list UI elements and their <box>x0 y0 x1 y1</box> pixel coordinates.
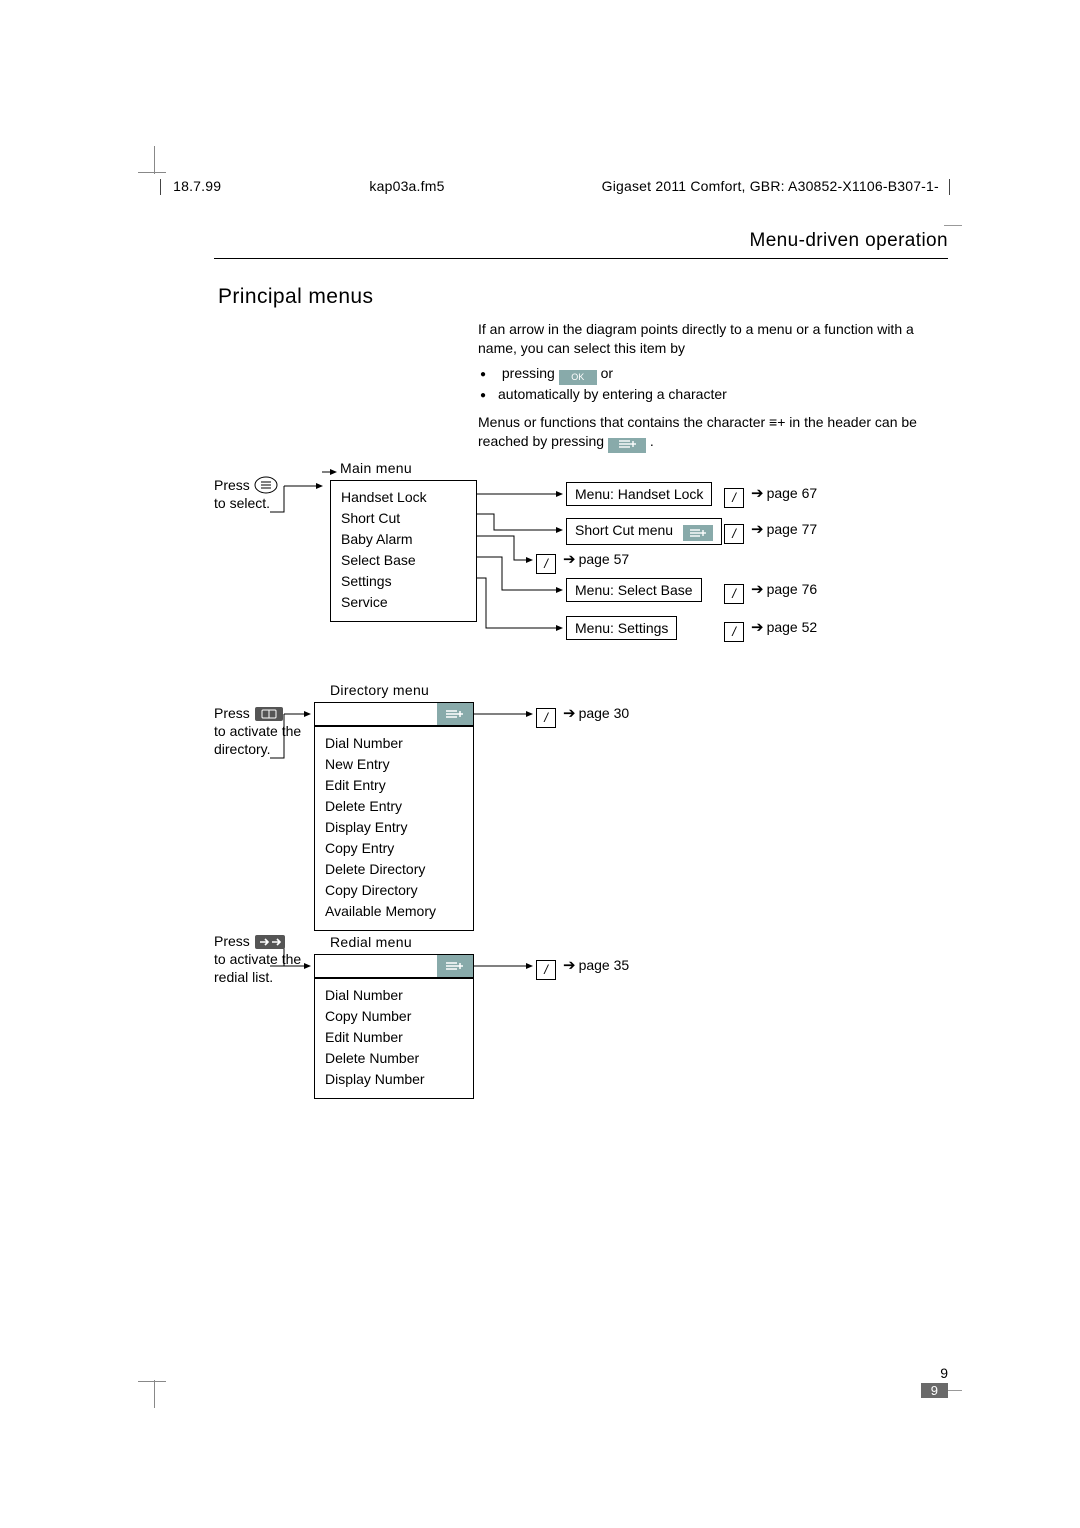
page-ref-76: /➔page 76 <box>724 580 817 604</box>
menu-item: Display Entry <box>325 817 463 838</box>
redial-menu-box: Dial Number Copy Number Edit Number Dele… <box>314 978 474 1099</box>
page-number-block: 9 9 <box>921 1365 948 1398</box>
intro-bullet-2: automatically by entering a character <box>498 385 948 405</box>
menu-item: Delete Entry <box>325 796 463 817</box>
crop-mark <box>154 146 155 174</box>
doc-date: 18.7.99 <box>173 178 221 194</box>
result-select-base: Menu: Select Base <box>566 578 702 602</box>
ext-menu-badge-icon <box>437 955 473 977</box>
menu-item: Dial Number <box>325 985 463 1006</box>
page-ref-67: /➔page 67 <box>724 484 817 508</box>
slash-icon: / <box>536 708 556 728</box>
crop-mark <box>138 1381 166 1382</box>
directory-ext-header <box>314 702 474 726</box>
page-ref-77: /➔page 77 <box>724 520 817 544</box>
press-main: Press to select. <box>214 476 278 512</box>
page-number-box: 9 <box>921 1383 948 1398</box>
ext-menu-key-icon <box>608 438 646 453</box>
menu-item: Baby Alarm <box>341 529 466 550</box>
main-menu-box: Handset Lock Short Cut Baby Alarm Select… <box>330 480 477 622</box>
redial-ext-header <box>314 954 474 978</box>
menu-item: Select Base <box>341 550 466 571</box>
doc-header: 18.7.99 kap03a.fm5 Gigaset 2011 Comfort,… <box>160 178 950 195</box>
menu-item: Dial Number <box>325 733 463 754</box>
intro-para1: If an arrow in the diagram points direct… <box>478 320 948 358</box>
slash-icon: / <box>536 960 556 980</box>
menu-item: Settings <box>341 571 466 592</box>
main-menu-title: Main menu <box>340 460 412 476</box>
menu-item: Display Number <box>325 1069 463 1090</box>
page-ref-30: /➔page 30 <box>536 704 629 728</box>
menu-item: New Entry <box>325 754 463 775</box>
crop-mark <box>138 172 166 173</box>
section-heading: Principal menus <box>218 285 373 309</box>
doc-title: Gigaset 2011 Comfort, GBR: A30852-X1106-… <box>602 178 939 194</box>
slash-icon: / <box>724 584 744 604</box>
directory-menu-box: Dial Number New Entry Edit Entry Delete … <box>314 726 474 931</box>
ext-menu-badge-icon <box>437 703 473 725</box>
page-ref-52: /➔page 52 <box>724 618 817 642</box>
result-handset-lock: Menu: Handset Lock <box>566 482 712 506</box>
directory-menu-title: Directory menu <box>330 682 429 698</box>
section-rule <box>214 258 948 259</box>
page-ref-57: /➔page 57 <box>536 550 629 574</box>
slash-icon: / <box>536 554 556 574</box>
crop-mark <box>154 1380 155 1408</box>
intro-text: If an arrow in the diagram points direct… <box>478 320 948 453</box>
redial-key-icon <box>254 934 286 950</box>
menu-item: Available Memory <box>325 901 463 922</box>
slash-icon: / <box>724 524 744 544</box>
slash-icon: / <box>724 488 744 508</box>
intro-bullet-1: pressing OK or <box>498 364 948 385</box>
result-settings: Menu: Settings <box>566 616 677 640</box>
page-ref-35: /➔page 35 <box>536 956 629 980</box>
menu-item: Delete Directory <box>325 859 463 880</box>
menu-item: Edit Number <box>325 1027 463 1048</box>
page: 18.7.99 kap03a.fm5 Gigaset 2011 Comfort,… <box>0 0 1080 1528</box>
menu-item: Handset Lock <box>341 487 466 508</box>
menu-item: Copy Entry <box>325 838 463 859</box>
intro-para2: Menus or functions that contains the cha… <box>478 413 948 453</box>
menu-item: Short Cut <box>341 508 466 529</box>
result-short-cut: Short Cut menu <box>566 518 722 545</box>
section-title: Menu-driven operation <box>749 230 948 258</box>
menu-key-icon <box>254 476 278 494</box>
ok-key-icon: OK <box>559 370 597 385</box>
menu-item: Copy Directory <box>325 880 463 901</box>
ext-menu-symbol: ≡+ <box>769 414 785 430</box>
menu-item: Copy Number <box>325 1006 463 1027</box>
slash-icon: / <box>724 622 744 642</box>
press-redial: Press to activate the redial list. <box>214 932 301 986</box>
crop-mark <box>944 225 962 226</box>
press-directory: Press to activate the directory. <box>214 704 301 758</box>
doc-file: kap03a.fm5 <box>369 178 444 194</box>
redial-menu-title: Redial menu <box>330 934 412 950</box>
page-number: 9 <box>921 1365 948 1381</box>
menu-item: Edit Entry <box>325 775 463 796</box>
ext-menu-badge-icon <box>683 525 713 541</box>
directory-key-icon <box>254 706 284 722</box>
menu-item: Delete Number <box>325 1048 463 1069</box>
menu-item: Service <box>341 592 466 613</box>
